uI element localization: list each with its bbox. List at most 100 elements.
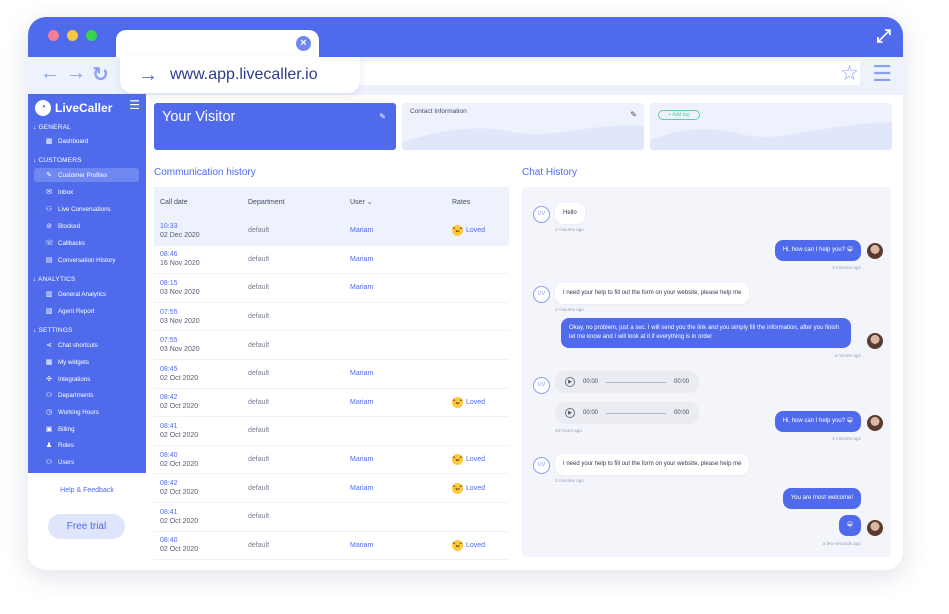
call-time: 08:46	[160, 251, 178, 259]
forward-icon[interactable]: →	[66, 62, 86, 85]
agent-avatar	[867, 415, 883, 431]
sidebar-item-my-widgets[interactable]: ▦ My widgets	[34, 355, 139, 369]
sidebar-item-departments[interactable]: ⚇ Departments	[34, 388, 139, 402]
play-icon[interactable]: ▶	[565, 377, 575, 387]
table-row[interactable]: 08:40 02 Oct 2020 default Mariam ᵔᴗᵔ Loved	[154, 532, 509, 561]
table-row[interactable]: 10:33 02 Dec 2020 default Mariam ᵔᴗᵔ Loved	[154, 217, 509, 246]
rate-label: Loved	[466, 484, 486, 492]
expand-icon[interactable]: ⤢	[877, 26, 891, 47]
table-row[interactable]: 08:41 02 Oct 2020 default	[154, 417, 509, 446]
widgets-icon: ▦	[45, 359, 53, 366]
user-cell[interactable]: Mariam	[350, 399, 452, 406]
sidebar-item-dashboard[interactable]: ▦ Dashboard	[34, 134, 139, 148]
reload-icon[interactable]: ↻	[92, 62, 109, 87]
sidebar-item-inbox[interactable]: ✉ Inbox	[34, 185, 139, 199]
message-time: 10 hours ago	[555, 428, 582, 433]
back-icon[interactable]: ←	[40, 62, 60, 85]
rate-label: Loved	[466, 541, 486, 549]
call-date-cell: 08:40 02 Oct 2020	[154, 537, 248, 553]
audio-track[interactable]	[606, 412, 667, 414]
bar-chart-icon: ▥	[45, 291, 53, 298]
sidebar-item-working-hours[interactable]: ◷ Working Hours	[34, 405, 139, 419]
help-feedback-link[interactable]: Help & Feedback	[28, 487, 146, 494]
user-cell[interactable]: Mariam	[350, 542, 452, 549]
add-tag-button[interactable]: + Add tag	[658, 110, 700, 120]
contact-edit-icon[interactable]: ✎	[630, 110, 637, 119]
user-cell[interactable]: Mariam	[350, 485, 452, 492]
sidebar-toggle-icon[interactable]: ☰	[129, 98, 140, 112]
rates-cell: ᵔᴗᵔ Loved	[452, 225, 509, 237]
maximize-window-button[interactable]	[86, 30, 97, 41]
sidebar-item-live-conversations[interactable]: ⚇ Live Conversations	[34, 202, 139, 216]
browser-menu-icon[interactable]: ☰	[872, 61, 892, 87]
brand-logo[interactable]: ◔ LiveCaller	[35, 100, 112, 116]
table-row[interactable]: 07:55 03 Nov 2020 default	[154, 303, 509, 332]
call-time: 08:40	[160, 537, 178, 545]
section-analytics[interactable]: ↓ ANALYTICS	[33, 276, 76, 283]
call-date-cell: 08:46 16 Nov 2020	[154, 251, 248, 267]
table-row[interactable]: 08:42 02 Oct 2020 default Mariam ᵔᴗᵔ Loved	[154, 474, 509, 503]
message-time: 3 minutes ago	[832, 265, 861, 270]
audio-track[interactable]	[606, 381, 667, 383]
message-time: a minute ago	[834, 353, 861, 358]
department-cell: default	[248, 255, 270, 263]
sidebar-item-conversation-history[interactable]: ▤ Conversation History	[34, 253, 139, 267]
call-date-cell: 08:15 03 Nov 2020	[154, 280, 248, 296]
header-user[interactable]: User ⌄	[350, 198, 452, 206]
sort-chevron-icon: ⌄	[366, 199, 373, 206]
sidebar-item-general-analytics[interactable]: ▥ General Analytics	[34, 287, 139, 301]
department-cell: default	[248, 427, 270, 435]
rates-cell: ᵔᴗᵔ Loved	[452, 539, 509, 551]
header-rates[interactable]: Rates	[452, 199, 509, 206]
sidebar-item-integrations[interactable]: ✣ Integrations	[34, 372, 139, 386]
browser-toolbar: ← → ↻ → www.app.livecaller.io ☆ ☰	[28, 57, 903, 95]
sidebar-item-callbacks[interactable]: ☏ Callbacks	[34, 236, 139, 250]
user-cell[interactable]: Mariam	[350, 227, 452, 234]
sidebar-item-customer-profiles[interactable]: ✎ Customer Profiles	[34, 168, 139, 182]
call-time: 08:40	[160, 451, 178, 459]
call-time: 08:15	[160, 279, 178, 287]
table-row[interactable]: 08:46 16 Nov 2020 default Mariam	[154, 246, 509, 275]
section-general[interactable]: ↓ GENERAL	[33, 124, 71, 131]
table-row[interactable]: 08:45 02 Oct 2020 default Mariam	[154, 360, 509, 389]
sidebar-item-agent-report[interactable]: ▧ Agent Report	[34, 304, 139, 318]
minimize-window-button[interactable]	[67, 30, 78, 41]
free-trial-button[interactable]: Free trial	[48, 514, 125, 539]
tab-close-icon[interactable]: ×	[296, 36, 311, 51]
table-row[interactable]: 08:15 03 Nov 2020 default Mariam	[154, 274, 509, 303]
section-settings[interactable]: ↓ SETTINGS	[33, 327, 73, 334]
table-row[interactable]: 08:40 02 Oct 2020 default Mariam ᵔᴗᵔ Loved	[154, 446, 509, 475]
sidebar-item-billing[interactable]: ▣ Billing	[34, 422, 139, 436]
address-bar[interactable]: → www.app.livecaller.io	[120, 57, 360, 93]
sidebar-item-users[interactable]: ⚇ Users	[34, 455, 139, 469]
table-row[interactable]: 08:41 02 Oct 2020 default	[154, 503, 509, 532]
user-cell[interactable]: Mariam	[350, 284, 452, 291]
visitor-edit-icon[interactable]: ✎	[379, 112, 386, 121]
call-date: 02 Oct 2020	[160, 546, 199, 554]
browser-tab[interactable]: ×	[116, 30, 319, 60]
bookmark-star-icon[interactable]: ☆	[840, 61, 859, 86]
header-call-date[interactable]: Call date	[154, 199, 248, 206]
rate-label: Loved	[466, 456, 486, 464]
play-icon[interactable]: ▶	[565, 408, 575, 418]
table-row[interactable]: 07:55 03 Nov 2020 default	[154, 331, 509, 360]
visitor-card: Your Visitor ✎	[154, 103, 396, 150]
user-cell[interactable]: Mariam	[350, 256, 452, 263]
table-row[interactable]: 08:42 02 Oct 2020 default Mariam ᵔᴗᵔ Loved	[154, 389, 509, 418]
loved-emoji-icon: ᵔᴗᵔ	[452, 482, 463, 494]
close-window-button[interactable]	[48, 30, 59, 41]
audio-message[interactable]: ▶ 00:00 00:00	[555, 371, 700, 393]
user-cell[interactable]: Mariam	[350, 370, 452, 377]
sidebar-item-blocked[interactable]: ⊘ Blocked	[34, 219, 139, 233]
section-customers[interactable]: ↓ CUSTOMERS	[33, 157, 82, 164]
department-cell: default	[248, 313, 270, 321]
audio-message[interactable]: ▶ 00:00 00:00	[555, 402, 700, 424]
user-cell[interactable]: Mariam	[350, 456, 452, 463]
header-department[interactable]: Department	[248, 199, 350, 206]
agent-message: Hi, how can I help you? 😀	[774, 240, 861, 261]
sidebar-item-roles[interactable]: ♟ Roles	[34, 438, 139, 452]
call-date-cell: 07:55 03 Nov 2020	[154, 337, 248, 353]
agent-avatar	[867, 243, 883, 259]
sidebar-item-chat-shortcuts[interactable]: ⋖ Chat shortcuts	[34, 338, 139, 352]
address-strip	[360, 61, 860, 85]
